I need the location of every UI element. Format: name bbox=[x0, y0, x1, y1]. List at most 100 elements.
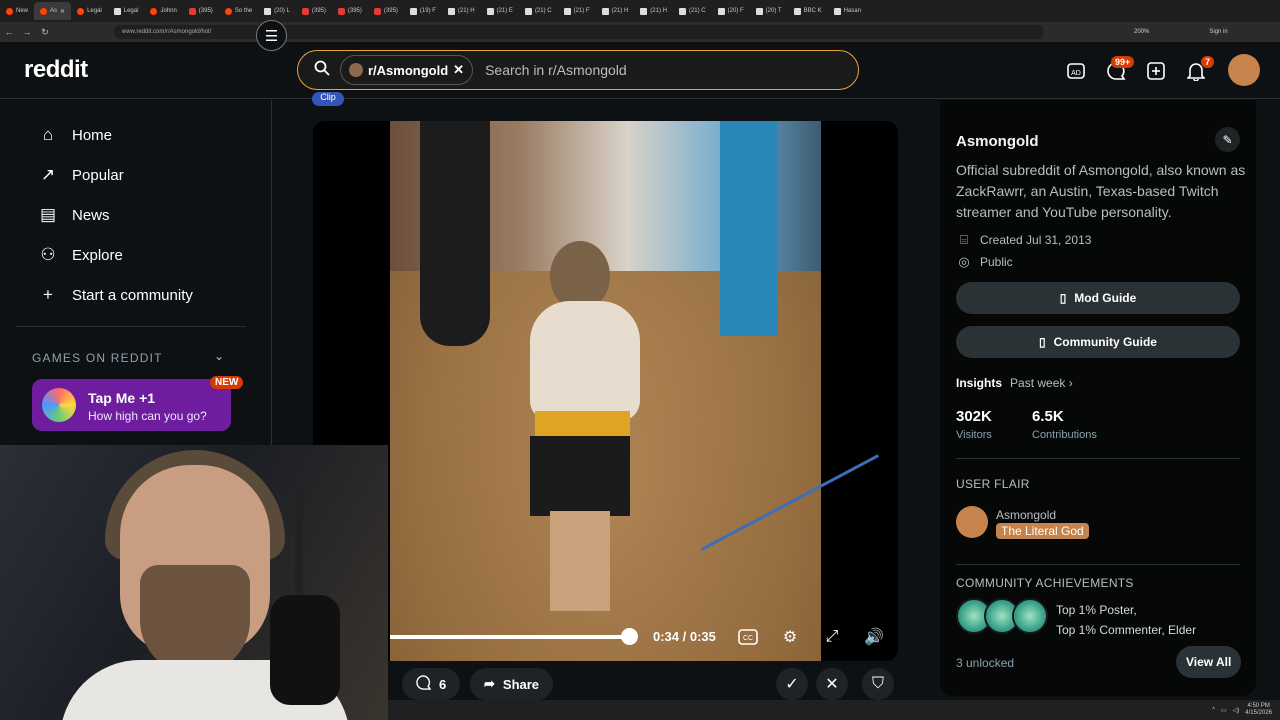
browser-signin[interactable]: Sign in bbox=[1209, 29, 1227, 35]
youtube-favicon-icon bbox=[188, 7, 196, 15]
fullscreen-icon[interactable]: ⤢ bbox=[820, 625, 844, 649]
search-chip-label: r/Asmongold bbox=[368, 62, 449, 78]
reload-icon[interactable]: ↻ bbox=[36, 27, 54, 38]
subreddit-search-chip[interactable]: r/Asmongold ✕ bbox=[340, 55, 474, 85]
browser-tab[interactable]: (395) bbox=[332, 2, 368, 20]
chevron-down-icon[interactable]: ⌄ bbox=[214, 349, 224, 363]
reddit-logo[interactable]: reddit bbox=[24, 56, 88, 84]
tray-chevron-icon[interactable]: ^ bbox=[1212, 707, 1215, 713]
edit-community-button[interactable]: ✎ bbox=[1215, 127, 1240, 152]
address-bar[interactable]: www.reddit.com/r/Asmongold/hot/ bbox=[114, 25, 1044, 39]
browser-tab[interactable]: (20) T bbox=[750, 2, 788, 20]
x-favicon-icon bbox=[833, 7, 841, 15]
browser-tab[interactable]: (395) bbox=[183, 2, 219, 20]
speaker-icon[interactable]: ◁) bbox=[1233, 707, 1240, 714]
browser-tab[interactable]: (21) C bbox=[673, 2, 712, 20]
tab-label: (20) L bbox=[274, 8, 290, 14]
tab-label: (21) C bbox=[534, 8, 552, 14]
flair-tag[interactable]: The Literal God bbox=[996, 523, 1089, 539]
tab-label: Legal bbox=[87, 8, 102, 14]
subreddit-avatar bbox=[349, 63, 363, 77]
search-bar[interactable]: r/Asmongold ✕ bbox=[297, 50, 859, 90]
volume-icon[interactable]: 🔊 bbox=[862, 625, 886, 649]
browser-tab[interactable]: (395) bbox=[368, 2, 404, 20]
video-controls: 0:34 / 0:35 CC ⚙ ⤢ 🔊 bbox=[313, 621, 898, 661]
progress-bar[interactable] bbox=[390, 628, 638, 645]
browser-tab[interactable]: Hasan bbox=[828, 2, 867, 20]
sidebar-item-popular[interactable]: ↗ Popular bbox=[38, 165, 124, 185]
community-guide-button[interactable]: ▯ Community Guide bbox=[956, 326, 1240, 358]
collapse-sidebar-button[interactable]: ☰ bbox=[256, 20, 287, 51]
browser-tab[interactable]: (21) H bbox=[596, 2, 635, 20]
browser-tab[interactable]: (395) bbox=[296, 2, 332, 20]
game-card[interactable]: Tap Me +1 How high can you go? NEW bbox=[32, 376, 244, 431]
browser-tab[interactable]: Legal bbox=[71, 2, 108, 20]
reddit-header: reddit r/Asmongold ✕ AD 99+ 7 bbox=[0, 42, 1280, 99]
view-all-button[interactable]: View All bbox=[1176, 646, 1242, 678]
share-button[interactable]: ➦ Share bbox=[470, 668, 554, 700]
clock[interactable]: 4:50 PM 4/15/2026 bbox=[1245, 703, 1272, 717]
svg-text:AD: AD bbox=[1071, 70, 1081, 77]
sidebar-item-start-community[interactable]: + Start a community bbox=[38, 285, 193, 305]
create-post-icon[interactable] bbox=[1144, 59, 1168, 83]
browser-tab[interactable]: (21) E bbox=[481, 2, 519, 20]
zoom-level[interactable]: 200% bbox=[1134, 29, 1149, 35]
network-icon[interactable]: ▭ bbox=[1221, 707, 1227, 714]
sidebar-item-news[interactable]: ▤ News bbox=[38, 205, 110, 225]
browser-tab-active[interactable]: As ✕ bbox=[34, 2, 72, 20]
settings-gear-icon[interactable]: ⚙ bbox=[778, 625, 802, 649]
clock-date: 4/15/2026 bbox=[1245, 710, 1272, 716]
browser-toolbar: ← → ↻ www.reddit.com/r/Asmongold/hot/ 20… bbox=[0, 22, 1280, 42]
community-name: Asmongold bbox=[956, 133, 1039, 150]
progress-knob[interactable] bbox=[620, 628, 638, 645]
browser-tab[interactable]: (20) F bbox=[712, 2, 750, 20]
tab-label: (21) E bbox=[496, 8, 513, 14]
remove-button[interactable]: ✕ bbox=[816, 668, 848, 700]
advertise-icon[interactable]: AD bbox=[1064, 59, 1088, 83]
browser-tab[interactable]: (21) F bbox=[558, 2, 596, 20]
search-input[interactable] bbox=[485, 62, 846, 78]
home-icon: ⌂ bbox=[42, 125, 54, 144]
sidebar-item-explore[interactable]: ⚇ Explore bbox=[38, 245, 123, 265]
browser-tab[interactable]: (21) H bbox=[634, 2, 673, 20]
chevron-right-icon: › bbox=[1068, 376, 1073, 390]
webcam-overlay bbox=[0, 445, 388, 720]
browser-tab[interactable]: New bbox=[0, 2, 34, 20]
tab-label: (21) H bbox=[650, 8, 667, 14]
blue-pillar bbox=[720, 121, 778, 336]
tab-label: (395) bbox=[311, 8, 326, 14]
user-flair-heading: USER FLAIR bbox=[956, 477, 1030, 491]
comments-button[interactable]: 6 bbox=[402, 668, 461, 700]
tab-label: As bbox=[50, 8, 58, 14]
video-player[interactable]: 0:34 / 0:35 CC ⚙ ⤢ 🔊 bbox=[313, 121, 898, 661]
sidebar-item-label: Explore bbox=[72, 246, 123, 264]
achievements-text: Top 1% Poster, Top 1% Commenter, Elder bbox=[1056, 600, 1196, 640]
post-action-bar: 6 ➦ Share ✓ ✕ ⛉ bbox=[400, 668, 900, 703]
sidebar-item-label: Start a community bbox=[72, 286, 193, 304]
insights-row[interactable]: Insights Past week › bbox=[956, 376, 1073, 390]
checkmark-icon: ✓ bbox=[785, 676, 799, 693]
x-favicon-icon bbox=[755, 7, 763, 15]
captions-icon[interactable]: CC bbox=[736, 625, 760, 649]
browser-tab[interactable]: (21) C bbox=[519, 2, 558, 20]
user-avatar[interactable] bbox=[1228, 54, 1260, 86]
forward-icon[interactable]: → bbox=[18, 27, 36, 37]
browser-tab[interactable]: (19) F bbox=[404, 2, 442, 20]
browser-tab[interactable]: Johnn bbox=[144, 2, 182, 20]
sidebar-item-home[interactable]: ⌂ Home bbox=[38, 125, 112, 145]
close-icon[interactable]: ✕ bbox=[453, 62, 464, 78]
browser-tab[interactable]: So the bbox=[219, 2, 258, 20]
mod-shield-button[interactable]: ⛉ bbox=[862, 668, 894, 700]
browser-tab-bar: New As ✕ Legal Legal Johnn (395) So the … bbox=[0, 0, 1280, 22]
divider bbox=[16, 326, 246, 327]
browser-tab[interactable]: (20) L bbox=[258, 2, 296, 20]
browser-tab[interactable]: (21) H bbox=[442, 2, 481, 20]
approve-button[interactable]: ✓ bbox=[776, 668, 808, 700]
mod-guide-button[interactable]: ▯ Mod Guide bbox=[956, 282, 1240, 314]
insights-period: Past week bbox=[1010, 376, 1066, 390]
contributions-label: Contributions bbox=[1032, 429, 1097, 441]
back-icon[interactable]: ← bbox=[0, 27, 18, 37]
browser-tab[interactable]: BBC K bbox=[788, 2, 828, 20]
contributions-value: 6.5K bbox=[1032, 408, 1064, 425]
browser-tab[interactable]: Legal bbox=[108, 2, 145, 20]
